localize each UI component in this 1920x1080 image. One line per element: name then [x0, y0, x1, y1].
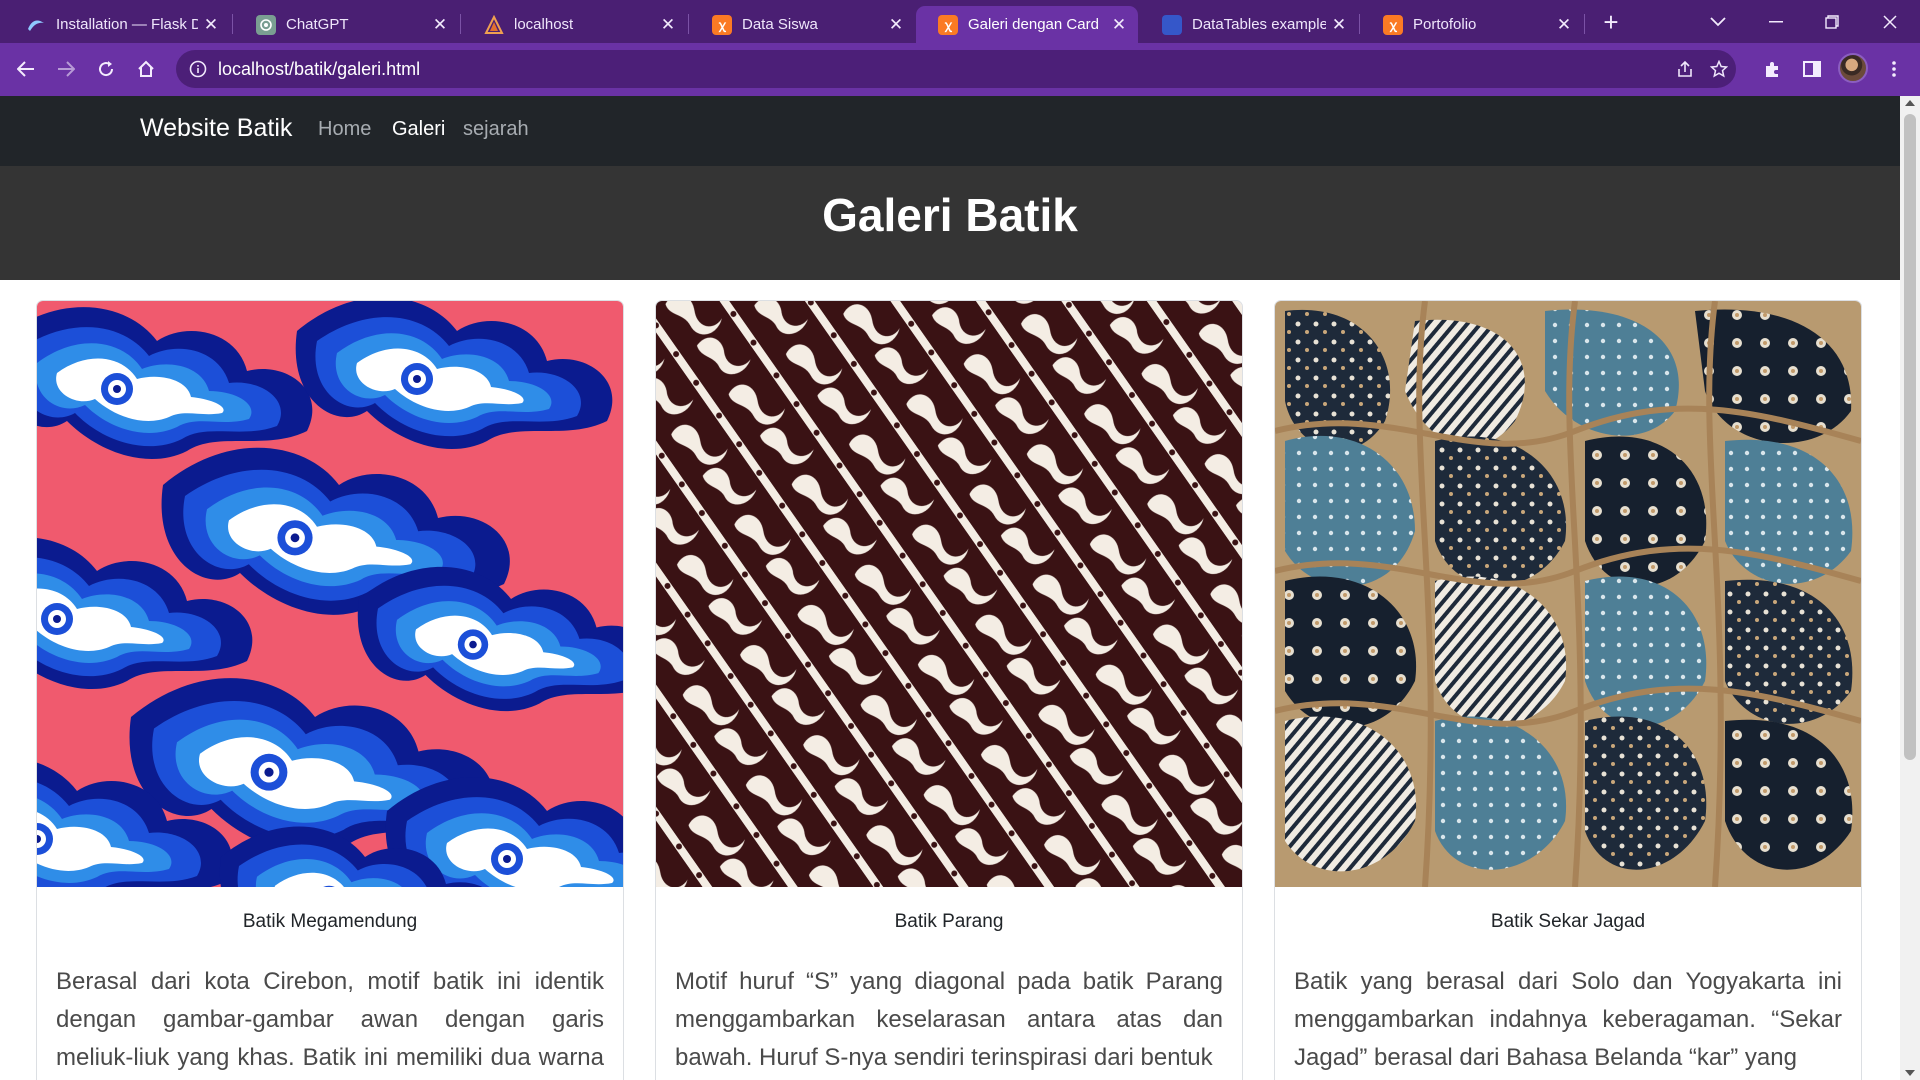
side-panel-icon[interactable]: [1794, 51, 1830, 87]
tab-data-siswa[interactable]: ꭓ Data Siswa ✕: [690, 6, 915, 43]
gallery-card: Batik Sekar Jagad Batik yang berasal dar…: [1274, 300, 1862, 1080]
browser-tabstrip: Installation — Flask D ✕ ChatGPT ✕ local…: [0, 0, 1920, 43]
reload-button[interactable]: [88, 51, 124, 87]
datatables-icon: [1162, 14, 1182, 35]
chatgpt-icon: [256, 14, 276, 35]
close-icon[interactable]: ✕: [1326, 12, 1352, 38]
close-window-button[interactable]: [1872, 6, 1908, 38]
tab-title: localhost: [514, 16, 574, 33]
close-icon[interactable]: ✕: [1106, 12, 1132, 38]
site-navbar: Website Batik Home Galeri sejarah: [0, 96, 1900, 166]
scrollbar-thumb[interactable]: [1904, 114, 1916, 760]
megamendung-pattern-image: [37, 301, 623, 887]
share-icon[interactable]: [1670, 54, 1700, 84]
address-bar[interactable]: localhost/batik/galeri.html: [176, 50, 1736, 88]
bookmark-star-icon[interactable]: [1704, 54, 1734, 84]
tab-title: Galeri dengan Card: [968, 16, 1099, 33]
xampp-icon: ꭓ: [1383, 14, 1403, 35]
card-text: Berasal dari kota Cirebon, motif batik i…: [56, 968, 604, 1071]
tab-title: Data Siswa: [742, 16, 818, 33]
navbar-brand[interactable]: Website Batik: [140, 114, 292, 143]
card-text: Batik yang berasal dari Solo dan Yogyaka…: [1294, 968, 1842, 1071]
tab-search-chevron-icon[interactable]: [1700, 6, 1736, 38]
close-icon[interactable]: ✕: [655, 12, 681, 38]
close-icon[interactable]: ✕: [1551, 12, 1577, 38]
gallery-card: Batik Parang Motif huruf “S” yang diagon…: [655, 300, 1243, 1080]
tab-portofolio[interactable]: ꭓ Portofolio ✕: [1361, 6, 1583, 43]
card-title: Batik Parang: [894, 911, 1004, 932]
page-scrollbar[interactable]: [1900, 96, 1920, 1080]
tab-title: Portofolio: [1413, 16, 1477, 33]
tab-localhost[interactable]: localhost ✕: [462, 6, 687, 43]
back-button[interactable]: [8, 51, 44, 87]
localhost-icon: [484, 14, 504, 35]
tab-title: Installation — Flask D: [56, 16, 198, 33]
restore-window-button[interactable]: [1814, 6, 1850, 38]
tab-separator: [688, 14, 689, 34]
site-info-icon[interactable]: [186, 57, 210, 81]
tab-separator: [460, 14, 461, 34]
flask-icon: [26, 15, 46, 35]
browser-toolbar: localhost/batik/galeri.html: [0, 43, 1920, 96]
nav-link-galeri[interactable]: Galeri: [392, 118, 445, 141]
tab-separator: [232, 14, 233, 34]
scroll-up-arrow-icon[interactable]: [1905, 100, 1915, 106]
close-icon[interactable]: ✕: [883, 12, 909, 38]
close-icon[interactable]: ✕: [427, 12, 453, 38]
page-viewport: Website Batik Home Galeri sejarah Galeri…: [0, 96, 1900, 1080]
profile-avatar[interactable]: [1838, 53, 1868, 83]
sekar-jagad-pattern-image: [1275, 301, 1861, 887]
tab-title: DataTables example: [1192, 16, 1326, 33]
new-tab-button[interactable]: +: [1593, 6, 1629, 38]
nav-link-home[interactable]: Home: [318, 118, 371, 141]
close-icon[interactable]: ✕: [198, 12, 224, 38]
browser-menu-kebab-icon[interactable]: [1876, 51, 1912, 87]
tab-separator: [1584, 14, 1585, 34]
page-title: Galeri Batik: [822, 189, 1078, 241]
minimize-window-button[interactable]: [1758, 6, 1794, 38]
tab-separator: [1359, 14, 1360, 34]
card-title: Batik Sekar Jagad: [1490, 911, 1646, 932]
parang-pattern-image: [656, 301, 1242, 887]
xampp-icon: ꭓ: [938, 14, 958, 35]
tab-flask-installation[interactable]: Installation — Flask D ✕: [4, 6, 230, 43]
tab-galeri-dengan-card[interactable]: ꭓ Galeri dengan Card ✕: [916, 6, 1138, 43]
card-text: Motif huruf “S” yang diagonal pada batik…: [675, 968, 1223, 1071]
home-button[interactable]: [128, 51, 164, 87]
extensions-puzzle-icon[interactable]: [1754, 51, 1790, 87]
xampp-icon: ꭓ: [712, 14, 732, 35]
nav-link-sejarah[interactable]: sejarah: [463, 118, 529, 141]
tab-title: ChatGPT: [286, 16, 349, 33]
forward-button[interactable]: [48, 51, 84, 87]
card-title: Batik Megamendung: [242, 911, 418, 932]
gallery-card: Batik Megamendung Berasal dari kota Cire…: [36, 300, 624, 1080]
tab-datatables-example[interactable]: DataTables example ✕: [1140, 6, 1358, 43]
scroll-down-arrow-icon[interactable]: [1905, 1070, 1915, 1076]
url-text[interactable]: localhost/batik/galeri.html: [218, 59, 420, 80]
tab-chatgpt[interactable]: ChatGPT ✕: [234, 6, 459, 43]
page-header: Galeri Batik: [0, 166, 1900, 280]
